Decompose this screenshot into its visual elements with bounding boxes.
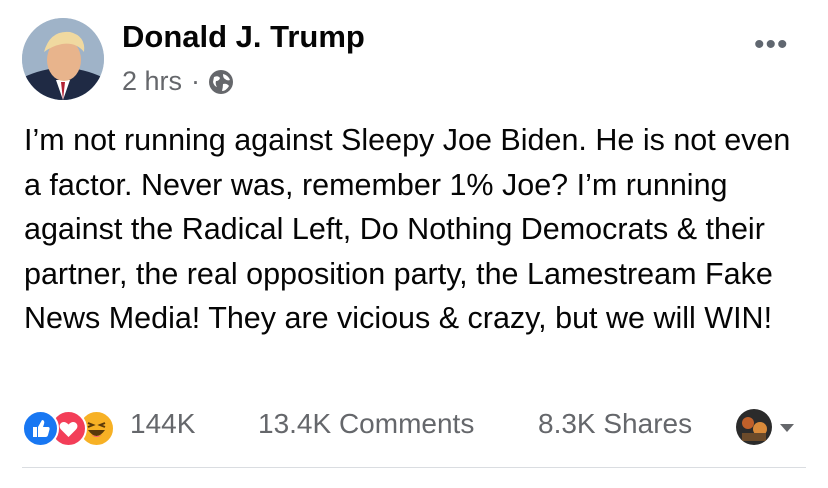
facebook-post: Donald J. Trump 2 hrs · ••• I’m not runn… <box>0 0 828 488</box>
reaction-count[interactable]: 144K <box>130 408 195 440</box>
author-avatar[interactable] <box>22 18 104 100</box>
more-options-icon[interactable]: ••• <box>754 30 789 60</box>
post-stats: 144K 13.4K Comments 8.3K Shares <box>22 404 806 448</box>
like-icon <box>22 410 59 447</box>
chevron-down-icon[interactable] <box>778 422 796 434</box>
divider <box>22 467 806 468</box>
shares-count[interactable]: 8.3K Shares <box>538 408 692 440</box>
reactions-summary[interactable] <box>22 408 122 447</box>
meta-separator: · <box>191 66 201 96</box>
comments-count[interactable]: 13.4K Comments <box>258 408 474 440</box>
post-text: I’m not running against Sleepy Joe Biden… <box>24 123 791 335</box>
viewer-avatar[interactable] <box>736 409 772 445</box>
globe-icon <box>208 69 234 95</box>
post-timestamp[interactable]: 2 hrs <box>122 66 182 97</box>
post-meta: 2 hrs · <box>122 66 234 97</box>
author-name[interactable]: Donald J. Trump <box>122 19 365 55</box>
